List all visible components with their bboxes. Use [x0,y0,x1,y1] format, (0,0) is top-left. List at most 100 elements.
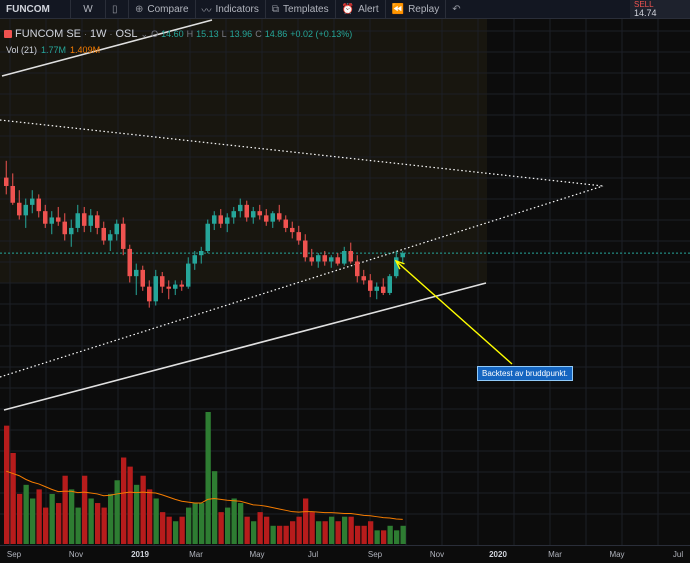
interval-label: W [83,3,93,15]
interval-button[interactable]: W [71,0,106,18]
volume-bar [23,484,29,544]
candle-body [244,204,249,218]
volume-bar [303,498,309,544]
volume-bar [368,521,374,544]
volume-bar [270,525,276,544]
chart-style-button[interactable]: ▯ [106,0,129,18]
legend-settings-icon[interactable]: ⌄ [141,29,149,40]
candle-body [355,261,360,277]
volume-ma-value: 1.409M [70,45,101,55]
candle-body [238,204,243,212]
volume-bar [387,525,393,544]
candle-body [43,211,48,224]
volume-bar [277,525,283,544]
candle-body [212,215,217,224]
time-axis-label: Nov [68,550,84,559]
indicators-button[interactable]: 〰 Indicators [196,0,266,18]
volume-bar [381,530,387,544]
volume-bar [114,480,120,544]
volume-bar [212,471,218,544]
candles-icon: ▯ [112,3,118,15]
candle-body [270,213,275,222]
alert-button[interactable]: ⏰ Alert [336,0,386,18]
candle-body [316,255,321,262]
undo-icon: ↶ [452,3,461,15]
candle-body [17,202,22,216]
templates-button[interactable]: ⧉ Templates [266,0,336,18]
candle-body [147,286,152,302]
legend-interval: 1W [90,28,107,40]
candle-body [127,248,132,277]
legend-low-label: L [221,29,227,39]
legend-exchange: OSL [115,28,138,40]
candle-body [108,234,113,241]
candle-body [114,223,119,235]
time-axis-label: May [609,550,625,559]
volume-bar [199,503,205,544]
volume-bar [225,507,231,544]
candle-body [303,240,308,258]
volume-bar [335,521,341,544]
legend-close-value: 14.86 [264,29,288,39]
time-axis-label: Jul [672,550,684,559]
candle-body [23,204,28,216]
volume-bar [290,521,296,544]
candle-body [387,276,392,293]
volume-bar [160,512,166,544]
compare-button[interactable]: ⊕ Compare [129,0,196,18]
candle-body [69,227,74,235]
candle-body [10,185,15,203]
candle-body [186,263,191,287]
volume-bar [355,525,361,544]
candle-body [225,217,230,224]
volume-bar [361,525,367,544]
time-axis-label: Jul [307,550,319,559]
compare-label: Compare [147,3,189,15]
volume-bar [283,525,289,544]
sell-value: 14.74 [634,8,657,18]
top-toolbar: FUNCOM W ▯ ⊕ Compare 〰 Indicators ⧉ Templat… [0,0,690,19]
time-axis-label: Mar [548,550,562,559]
candle-body [62,221,67,235]
candle-body [140,269,145,287]
volume-bar [4,425,10,544]
price-chart[interactable] [0,19,690,545]
candle-body [290,227,295,233]
candle-body [192,255,197,264]
volume-label: Vol (21) [6,45,38,55]
replay-button[interactable]: ⏪ Replay [386,0,447,18]
legend-high-value: 15.13 [196,29,219,39]
replay-label: Replay [408,3,440,15]
legend-symbol-name: FUNCOM SE [15,28,81,40]
candle-body [4,177,9,186]
volume-bar [88,498,94,544]
volume-bar [244,516,250,544]
legend-high-label: H [186,29,194,39]
volume-value: 1.77M [41,45,67,55]
volume-bar [173,521,179,544]
volume-bar [127,466,133,544]
candle-body [283,219,288,228]
volume-bar [82,475,88,544]
volume-bar [316,521,322,544]
symbol-search-button[interactable]: FUNCOM [0,0,71,18]
volume-bar [49,493,55,544]
volume-bar [238,503,244,544]
templates-label: Templates [283,3,329,15]
volume-bar [134,484,140,544]
series-eye-icon[interactable] [4,30,12,38]
volume-bar [342,516,348,544]
volume-bar [108,493,114,544]
candle-body [368,280,373,291]
undo-button[interactable]: ↶ [446,0,470,18]
chart-note[interactable]: Backtest av bruddpunkt. [477,366,573,381]
volume-bar [348,516,354,544]
volume-bar [101,507,107,544]
candle-body [342,251,347,264]
volume-bar [309,512,315,544]
legend-open-label: O [151,29,159,39]
sell-quote-button[interactable]: SELL 14.74 [630,0,690,18]
candle-body [394,257,399,277]
time-axis[interactable]: Sep Nov 2019 Mar May Jul Sep Nov 2020 Mar May Jul [0,545,690,563]
volume-bar [147,489,153,544]
